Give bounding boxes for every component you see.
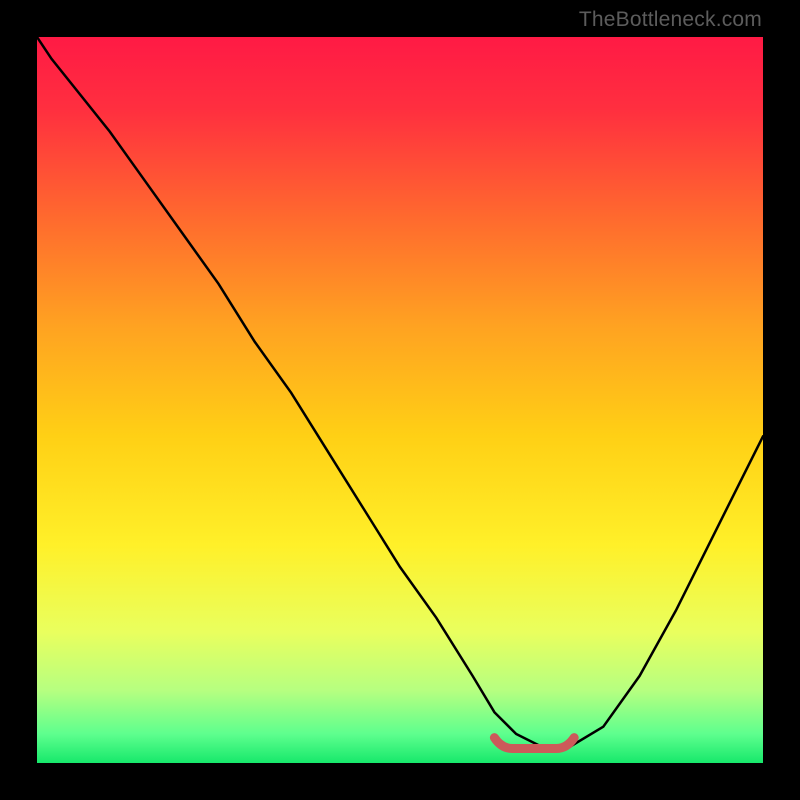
bottleneck-chart bbox=[37, 37, 763, 763]
gradient-background bbox=[37, 37, 763, 763]
chart-frame bbox=[37, 37, 763, 763]
watermark-text: TheBottleneck.com bbox=[579, 8, 762, 32]
